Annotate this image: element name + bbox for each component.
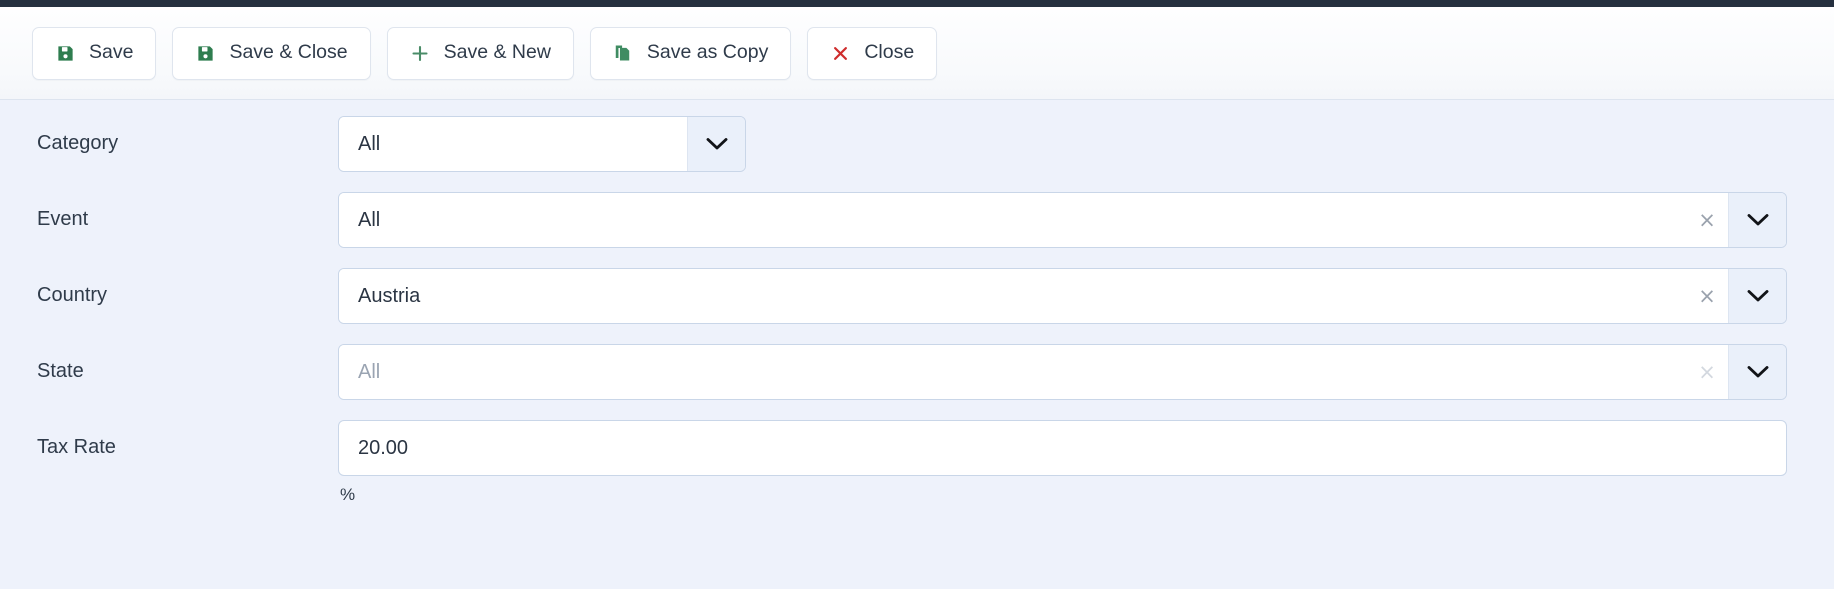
event-label: Event: [37, 208, 89, 230]
chevron-down-icon[interactable]: [1728, 345, 1786, 399]
save-and-new-button-label: Save & New: [443, 41, 551, 64]
tax-rate-unit-label: %: [340, 485, 356, 504]
country-select-value: Austria: [339, 269, 1686, 323]
country-clear-icon[interactable]: ×: [1686, 269, 1728, 323]
category-select[interactable]: All: [338, 116, 746, 172]
state-select[interactable]: All ×: [338, 344, 1787, 400]
chevron-down-icon[interactable]: [1728, 269, 1786, 323]
form-row-category: Category All: [0, 106, 1834, 182]
form-row-state: State All ×: [0, 334, 1834, 410]
top-accent-bar: [0, 0, 1834, 7]
save-and-new-button[interactable]: Save & New: [386, 26, 574, 80]
floppy-disk-icon: [195, 42, 215, 64]
state-label: State: [37, 360, 84, 382]
save-and-close-button[interactable]: Save & Close: [172, 26, 371, 80]
tax-rate-form: Category All Event All × Country Austria…: [0, 100, 1834, 589]
form-row-country: Country Austria ×: [0, 258, 1834, 334]
form-row-event: Event All ×: [0, 182, 1834, 258]
floppy-disk-icon: [55, 42, 75, 64]
state-select-value: All: [339, 345, 1686, 399]
save-and-close-button-label: Save & Close: [229, 41, 348, 64]
save-as-copy-button-label: Save as Copy: [646, 41, 769, 64]
x-mark-icon: [830, 42, 850, 64]
category-label: Category: [37, 132, 119, 154]
country-label: Country: [37, 284, 108, 306]
form-row-tax-rate: Tax Rate 20.00 %: [0, 410, 1834, 504]
copy-icon: [613, 42, 633, 64]
save-button-label: Save: [89, 41, 134, 64]
event-clear-icon[interactable]: ×: [1686, 193, 1728, 247]
chevron-down-icon[interactable]: [687, 117, 745, 171]
save-as-copy-button[interactable]: Save as Copy: [589, 26, 792, 80]
form-action-toolbar: Save Save & Close Save & New Save as Cop…: [0, 7, 1834, 100]
event-select-value: All: [339, 193, 1686, 247]
chevron-down-icon[interactable]: [1728, 193, 1786, 247]
country-select[interactable]: Austria ×: [338, 268, 1787, 324]
tax-rate-input[interactable]: 20.00: [338, 420, 1787, 476]
state-clear-icon[interactable]: ×: [1686, 345, 1728, 399]
save-button[interactable]: Save: [32, 26, 157, 80]
plus-icon: [410, 42, 430, 64]
event-select[interactable]: All ×: [338, 192, 1787, 248]
tax-rate-label: Tax Rate: [37, 436, 116, 458]
close-button[interactable]: Close: [807, 26, 938, 80]
category-select-value: All: [339, 117, 687, 171]
close-button-label: Close: [864, 41, 915, 64]
